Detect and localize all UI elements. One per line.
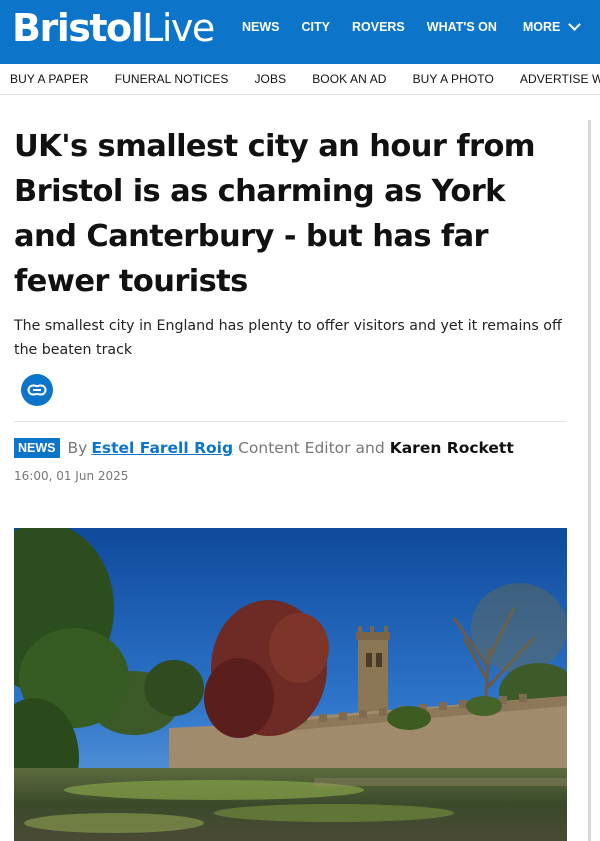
subnav-advertise-with[interactable]: ADVERTISE WITH: [520, 72, 600, 86]
logo-bold-text: Bristol: [12, 6, 144, 50]
subnav-buy-a-paper[interactable]: BUY A PAPER: [10, 72, 89, 86]
byline-by: By: [67, 439, 88, 457]
author-link[interactable]: Estel Farell Roig: [91, 439, 233, 457]
category-badge[interactable]: NEWS: [14, 438, 60, 458]
article-headline: UK's smallest city an hour from Bristol …: [14, 129, 536, 299]
byline-divider: [14, 421, 567, 422]
link-icon: [27, 384, 47, 396]
nav-more-label: MORE: [522, 20, 561, 34]
second-author: Karen Rockett: [389, 439, 514, 457]
nav-rovers[interactable]: ROVERS: [352, 20, 405, 34]
byline: NEWS By Estel Farell Roig Content Editor…: [14, 438, 514, 458]
publish-timestamp: 16:00, 01 Jun 2025: [14, 469, 129, 483]
copy-link-button[interactable]: [21, 374, 53, 406]
subnav-buy-a-photo[interactable]: BUY A PHOTO: [413, 72, 494, 86]
chevron-down-icon: [568, 18, 582, 31]
nav-city[interactable]: CITY: [302, 20, 330, 34]
author-role: Content Editor: [238, 439, 351, 457]
logo-light-text: Live: [142, 6, 215, 50]
byline-and: and: [355, 439, 385, 457]
subnav-jobs[interactable]: JOBS: [254, 72, 286, 86]
main-nav: NEWS CITY ROVERS WHAT'S ON MORE: [242, 18, 582, 34]
subnav-funeral-notices[interactable]: FUNERAL NOTICES: [115, 72, 229, 86]
bristol-live-logo[interactable]: Bristol Live: [12, 6, 215, 52]
secondary-nav: BUY A PAPER FUNERAL NOTICES JOBS BOOK AN…: [0, 64, 600, 95]
hero-image[interactable]: [14, 528, 567, 841]
article-standfirst: The smallest city in England has plenty …: [14, 318, 562, 358]
site-header: Bristol Live NEWS CITY ROVERS WHAT'S ON M…: [0, 0, 600, 64]
nav-whats-on[interactable]: WHAT'S ON: [427, 20, 497, 34]
subnav-book-an-ad[interactable]: BOOK AN AD: [312, 72, 386, 86]
hero-photo: [14, 528, 567, 841]
scrollbar[interactable]: [588, 120, 591, 841]
nav-news[interactable]: NEWS: [242, 20, 280, 34]
nav-more[interactable]: MORE: [522, 18, 582, 34]
